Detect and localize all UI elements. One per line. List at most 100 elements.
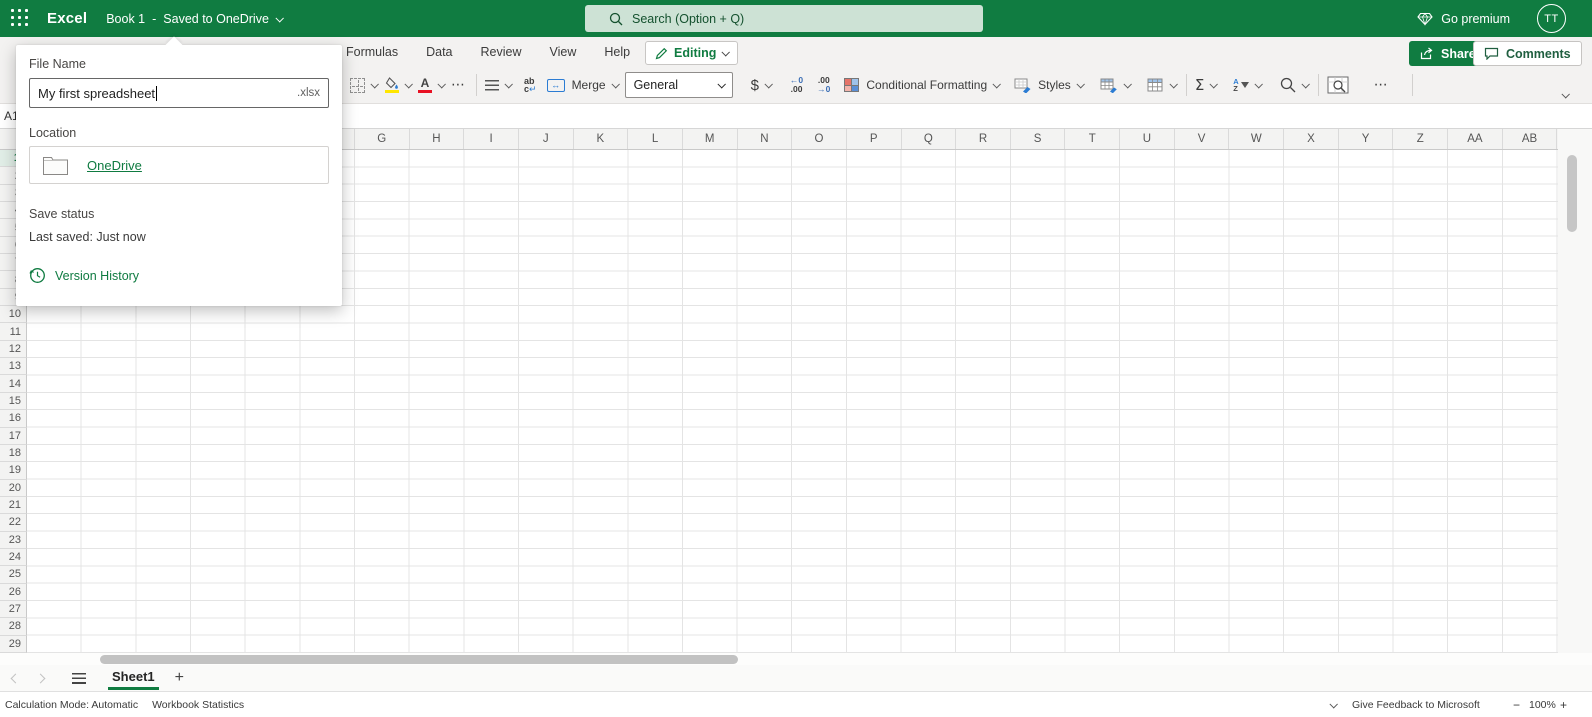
row-header-11[interactable]: 11: [0, 323, 27, 340]
column-header-AA[interactable]: AA: [1448, 129, 1503, 149]
find-button[interactable]: [1280, 77, 1308, 93]
prev-sheet-chevron-icon[interactable]: [11, 673, 21, 683]
ribbon-tab-view[interactable]: View: [550, 45, 577, 59]
status-bar-chevron-icon[interactable]: [1329, 700, 1337, 708]
borders-button[interactable]: [350, 78, 377, 93]
vertical-scrollbar[interactable]: [1567, 155, 1577, 232]
avatar[interactable]: TT: [1537, 4, 1566, 33]
ribbon-tab-review[interactable]: Review: [481, 45, 522, 59]
editing-mode-button[interactable]: Editing: [645, 41, 738, 65]
wrap-text-button[interactable]: abc↵: [524, 77, 537, 94]
file-name-input[interactable]: My first spreadsheet .xlsx: [29, 78, 329, 108]
column-header-K[interactable]: K: [574, 129, 629, 149]
location-label: Location: [29, 126, 76, 140]
row-header-15[interactable]: 15: [0, 393, 27, 410]
currency-format-button[interactable]: $: [751, 77, 771, 94]
increase-decimal-button[interactable]: .00→0: [817, 76, 830, 94]
sheet-tab-sheet1[interactable]: Sheet1: [108, 667, 159, 690]
ribbon-overflow-button[interactable]: ⋯: [1374, 77, 1389, 93]
column-header-L[interactable]: L: [628, 129, 683, 149]
sheet-view-button[interactable]: [1327, 76, 1349, 94]
column-header-W[interactable]: W: [1229, 129, 1284, 149]
zoom-in-button[interactable]: +: [1560, 698, 1567, 712]
folder-icon: [42, 154, 69, 176]
sort-filter-button[interactable]: AZ: [1233, 78, 1260, 93]
search-input[interactable]: [632, 12, 952, 26]
wrap-text-icon: abc↵: [524, 77, 537, 94]
column-header-J[interactable]: J: [519, 129, 574, 149]
zoom-out-button[interactable]: −: [1513, 698, 1520, 712]
merge-button[interactable]: ↔ Merge: [547, 78, 618, 92]
go-premium-button[interactable]: Go premium: [1417, 0, 1510, 37]
column-header-O[interactable]: O: [792, 129, 847, 149]
ribbon-tab-data[interactable]: Data: [426, 45, 452, 59]
column-header-U[interactable]: U: [1120, 129, 1175, 149]
number-format-select[interactable]: General: [625, 72, 733, 98]
column-header-T[interactable]: T: [1065, 129, 1120, 149]
column-header-I[interactable]: I: [464, 129, 519, 149]
alignment-button[interactable]: [485, 80, 511, 91]
row-header-12[interactable]: 12: [0, 341, 27, 358]
row-header-21[interactable]: 21: [0, 497, 27, 514]
row-header-10[interactable]: 10: [0, 306, 27, 323]
feedback-link[interactable]: Give Feedback to Microsoft: [1352, 699, 1480, 711]
row-header-13[interactable]: 13: [0, 358, 27, 375]
column-header-M[interactable]: M: [683, 129, 738, 149]
row-header-22[interactable]: 22: [0, 514, 27, 531]
zoom-level[interactable]: 100%: [1529, 699, 1556, 711]
column-header-V[interactable]: V: [1175, 129, 1230, 149]
format-as-table-button[interactable]: [1100, 78, 1130, 93]
calculation-mode[interactable]: Calculation Mode: Automatic: [5, 699, 138, 711]
styles-button[interactable]: Styles: [1014, 78, 1083, 93]
add-sheet-button[interactable]: +: [175, 670, 184, 686]
row-header-28[interactable]: 28: [0, 618, 27, 635]
column-header-Y[interactable]: Y: [1339, 129, 1394, 149]
all-sheets-menu-icon[interactable]: [72, 673, 86, 684]
column-header-AB[interactable]: AB: [1503, 129, 1558, 149]
app-launcher-waffle-icon[interactable]: [11, 9, 30, 28]
onedrive-link[interactable]: OneDrive: [87, 158, 142, 173]
row-header-18[interactable]: 18: [0, 445, 27, 462]
horizontal-scrollbar[interactable]: [100, 655, 738, 664]
insert-table-button[interactable]: [1147, 78, 1176, 93]
decrease-decimal-button[interactable]: ←0.00: [790, 76, 803, 94]
title-separator: -: [152, 12, 156, 26]
row-header-14[interactable]: 14: [0, 375, 27, 392]
column-header-G[interactable]: G: [355, 129, 410, 149]
font-overflow-button[interactable]: ⋯: [451, 77, 466, 93]
row-header-17[interactable]: 17: [0, 428, 27, 445]
row-header-19[interactable]: 19: [0, 462, 27, 479]
workbook-statistics[interactable]: Workbook Statistics: [152, 699, 244, 711]
column-header-H[interactable]: H: [410, 129, 465, 149]
conditional-formatting-button[interactable]: Conditional Formatting: [844, 78, 999, 92]
next-sheet-chevron-icon[interactable]: [36, 673, 46, 683]
share-label: Share: [1441, 47, 1476, 61]
font-color-button[interactable]: A: [418, 77, 444, 93]
column-header-R[interactable]: R: [956, 129, 1011, 149]
search-bar[interactable]: [585, 5, 983, 32]
row-header-23[interactable]: 23: [0, 532, 27, 549]
premium-label: Go premium: [1441, 12, 1510, 26]
version-history-button[interactable]: Version History: [29, 267, 139, 284]
row-header-20[interactable]: 20: [0, 480, 27, 497]
column-header-Z[interactable]: Z: [1393, 129, 1448, 149]
row-header-25[interactable]: 25: [0, 566, 27, 583]
row-header-24[interactable]: 24: [0, 549, 27, 566]
ribbon-tab-help[interactable]: Help: [604, 45, 630, 59]
column-header-P[interactable]: P: [847, 129, 902, 149]
row-header-29[interactable]: 29: [0, 636, 27, 653]
comments-button[interactable]: Comments: [1473, 41, 1582, 66]
ribbon-tab-formulas[interactable]: Formulas: [346, 45, 398, 59]
doc-title-menu[interactable]: Book 1 - Saved to OneDrive: [106, 12, 282, 26]
row-header-26[interactable]: 26: [0, 584, 27, 601]
chevron-down-icon: [722, 48, 730, 56]
column-header-N[interactable]: N: [738, 129, 793, 149]
row-header-16[interactable]: 16: [0, 410, 27, 427]
ribbon-divider: [1412, 74, 1413, 96]
row-header-27[interactable]: 27: [0, 601, 27, 618]
autosum-button[interactable]: Σ: [1195, 76, 1216, 94]
column-header-S[interactable]: S: [1011, 129, 1066, 149]
column-header-Q[interactable]: Q: [902, 129, 957, 149]
fill-color-button[interactable]: [384, 77, 411, 93]
column-header-X[interactable]: X: [1284, 129, 1339, 149]
